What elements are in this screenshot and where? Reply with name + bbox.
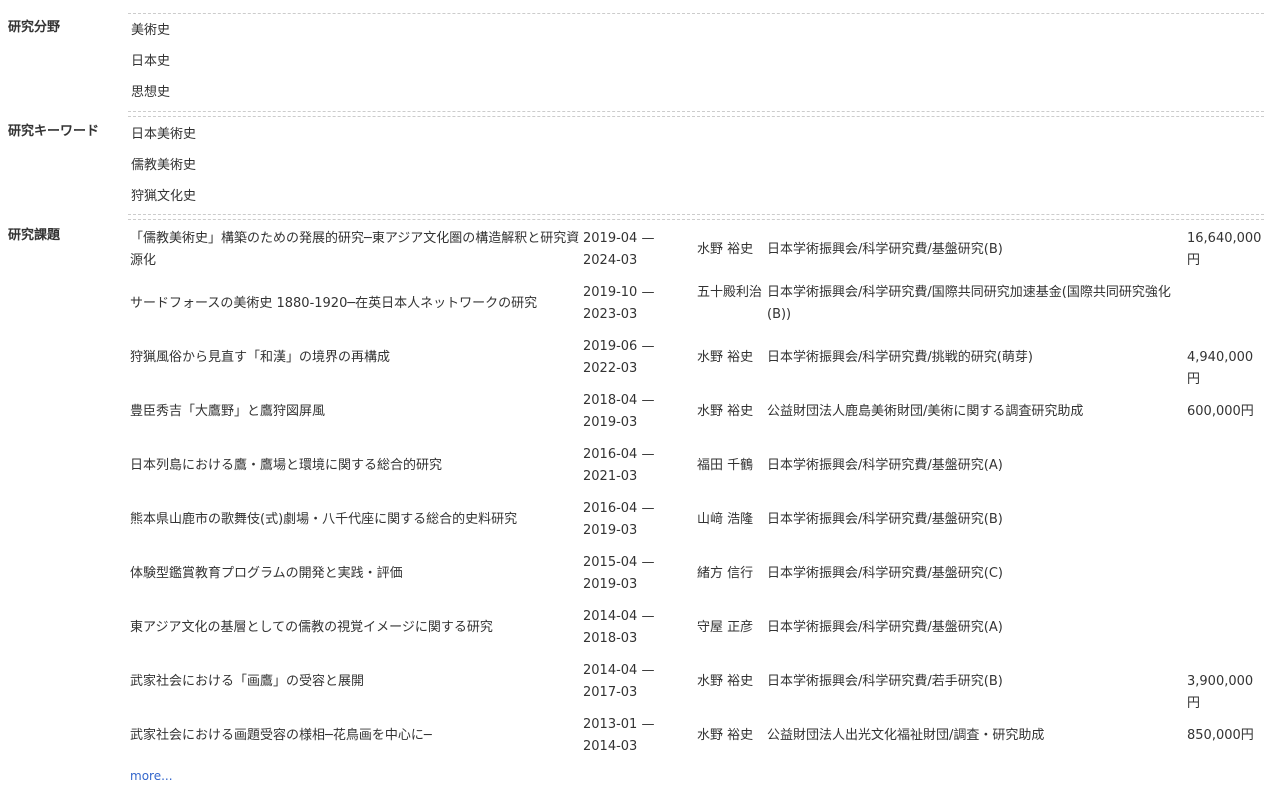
project-funder: 日本学術振興会/科学研究費/基盤研究(A)	[767, 620, 1003, 635]
project-period: 2019-10 — 2023-03	[583, 285, 655, 322]
project-period: 2018-04 — 2019-03	[583, 393, 655, 430]
project-period: 2016-04 — 2021-03	[583, 447, 655, 484]
project-title: サードフォースの美術史 1880-1920─在英日本人ネットワークの研究	[130, 296, 538, 311]
project-funder: 公益財団法人鹿島美術財団/美術に関する調査研究助成	[767, 404, 1084, 419]
research-field-item: 日本史	[131, 54, 171, 69]
project-row: 武家社会における画題受容の様相─花鳥画を中心に─ 2013-01 — 2014-…	[128, 714, 1264, 768]
project-period: 2014-04 — 2018-03	[583, 609, 655, 646]
research-field-item: 思想史	[131, 85, 171, 100]
project-funder: 日本学術振興会/科学研究費/基盤研究(B)	[767, 512, 1003, 527]
research-fields-heading: 研究分野	[8, 20, 61, 35]
project-amount: 16,640,000円	[1187, 231, 1262, 268]
project-principal-investigator: 福田 千鶴	[697, 458, 754, 473]
project-title: 豊臣秀吉「大鷹野」と鷹狩図屏風	[130, 404, 326, 419]
research-keywords-heading: 研究キーワード	[8, 124, 100, 139]
project-row: 東アジア文化の基層としての儒教の視覚イメージに関する研究 2014-04 — 2…	[128, 606, 1264, 660]
project-amount: 600,000円	[1187, 404, 1254, 419]
project-title: 「儒教美術史」構築のための発展的研究─東アジア文化圏の構造解釈と研究資源化	[130, 231, 580, 268]
project-period: 2019-06 — 2022-03	[583, 339, 655, 376]
more-projects-link[interactable]: more...	[130, 769, 173, 783]
project-funder: 日本学術振興会/科学研究費/若手研究(B)	[767, 674, 1003, 689]
project-row: 「儒教美術史」構築のための発展的研究─東アジア文化圏の構造解釈と研究資源化 20…	[128, 228, 1264, 282]
project-row: サードフォースの美術史 1880-1920─在英日本人ネットワークの研究 201…	[128, 282, 1264, 336]
project-title: 武家社会における画題受容の様相─花鳥画を中心に─	[130, 728, 432, 743]
project-funder: 日本学術振興会/科学研究費/基盤研究(B)	[767, 242, 1003, 257]
research-keywords-list: 日本美術史 儒教美術史 狩猟文化史	[128, 116, 1264, 215]
project-funder: 日本学術振興会/科学研究費/国際共同研究加速基金(国際共同研究強化(B))	[767, 285, 1171, 322]
project-period: 2019-04 — 2024-03	[583, 231, 655, 268]
project-row: 熊本県山鹿市の歌舞伎(式)劇場・八千代座に関する総合的史料研究 2016-04 …	[128, 498, 1264, 552]
project-title: 狩猟風俗から見直す「和漢」の境界の再構成	[130, 350, 391, 365]
research-keyword-item: 儒教美術史	[131, 158, 197, 173]
project-principal-investigator: 山﨑 浩隆	[697, 512, 754, 527]
project-funder: 日本学術振興会/科学研究費/基盤研究(A)	[767, 458, 1003, 473]
project-funder: 公益財団法人出光文化福祉財団/調査・研究助成	[767, 728, 1045, 743]
project-period: 2015-04 — 2019-03	[583, 555, 655, 592]
project-title: 武家社会における「画鷹」の受容と展開	[130, 674, 365, 689]
research-fields-list: 美術史 日本史 思想史	[128, 13, 1264, 112]
project-principal-investigator: 水野 裕史	[697, 674, 754, 689]
research-keyword-item: 日本美術史	[131, 127, 197, 142]
project-row: 体験型鑑賞教育プログラムの開発と実践・評価 2015-04 — 2019-03 …	[128, 552, 1264, 606]
project-title: 東アジア文化の基層としての儒教の視覚イメージに関する研究	[130, 620, 493, 635]
project-period: 2014-04 — 2017-03	[583, 663, 655, 700]
project-title: 体験型鑑賞教育プログラムの開発と実践・評価	[130, 566, 403, 581]
project-row: 武家社会における「画鷹」の受容と展開 2014-04 — 2017-03 水野 …	[128, 660, 1264, 714]
research-field-item: 美術史	[131, 23, 171, 38]
project-period: 2013-01 — 2014-03	[583, 717, 655, 754]
project-amount: 850,000円	[1187, 728, 1254, 743]
project-title: 日本列島における鷹・鷹場と環境に関する総合的研究	[130, 458, 443, 473]
project-row: 豊臣秀吉「大鷹野」と鷹狩図屏風 2018-04 — 2019-03 水野 裕史 …	[128, 390, 1264, 444]
project-principal-investigator: 水野 裕史	[697, 350, 754, 365]
project-principal-investigator: 水野 裕史	[697, 242, 754, 257]
research-keyword-item: 狩猟文化史	[131, 189, 197, 204]
project-row: 狩猟風俗から見直す「和漢」の境界の再構成 2019-06 — 2022-03 水…	[128, 336, 1264, 390]
research-projects-heading: 研究課題	[8, 228, 61, 243]
project-title: 熊本県山鹿市の歌舞伎(式)劇場・八千代座に関する総合的史料研究	[130, 512, 518, 527]
project-amount: 4,940,000円	[1187, 350, 1254, 387]
project-principal-investigator: 水野 裕史	[697, 728, 754, 743]
project-funder: 日本学術振興会/科学研究費/基盤研究(C)	[767, 566, 1003, 581]
project-principal-investigator: 守屋 正彦	[697, 620, 754, 635]
project-period: 2016-04 — 2019-03	[583, 501, 655, 538]
research-projects-table: 「儒教美術史」構築のための発展的研究─東アジア文化圏の構造解釈と研究資源化 20…	[128, 219, 1264, 785]
project-principal-investigator: 緒方 信行	[697, 566, 754, 581]
project-principal-investigator: 水野 裕史	[697, 404, 754, 419]
project-row: 日本列島における鷹・鷹場と環境に関する総合的研究 2016-04 — 2021-…	[128, 444, 1264, 498]
project-principal-investigator: 五十殿利治	[697, 285, 763, 300]
project-amount: 3,900,000円	[1187, 674, 1254, 711]
project-funder: 日本学術振興会/科学研究費/挑戦的研究(萌芽)	[767, 350, 1033, 365]
